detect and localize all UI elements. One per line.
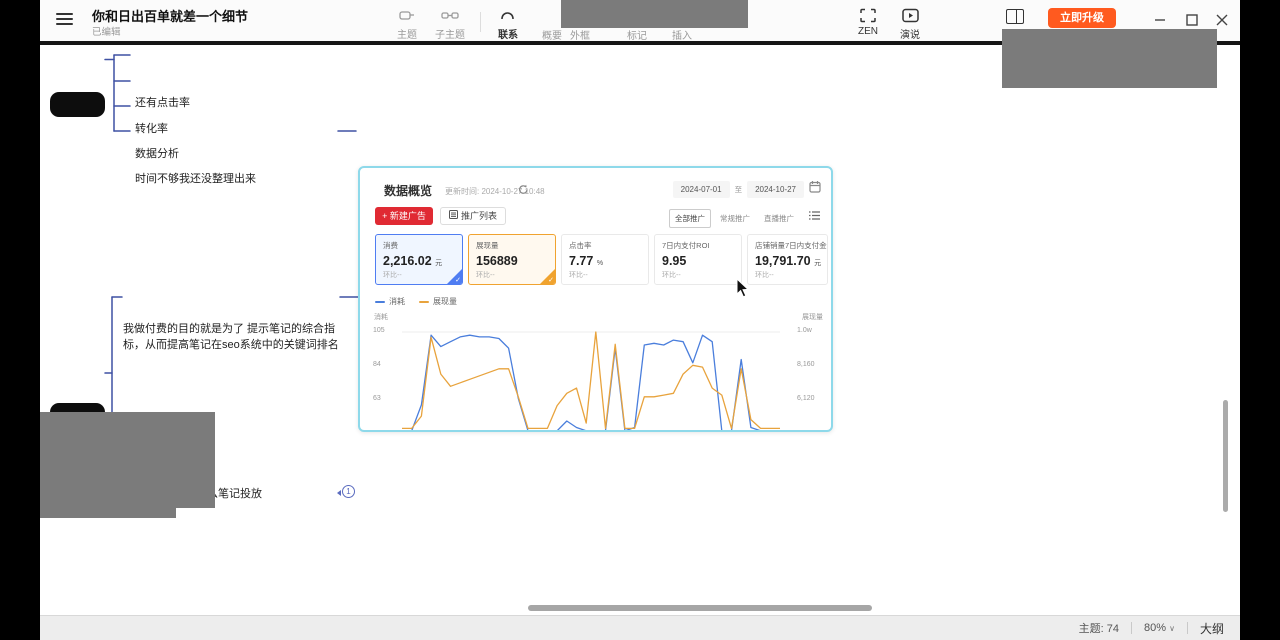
document-title: 你和日出百单就差一个细节 — [92, 6, 248, 25]
right-axis-tick: 8,160 — [797, 361, 823, 368]
dashboard-chart-svg — [396, 326, 786, 432]
toolbar-topic-button[interactable]: 主题 — [385, 6, 429, 41]
toolbar-insert-button[interactable]: 插入 — [662, 27, 702, 42]
relationship-marker-badge[interactable]: 1 — [342, 485, 355, 498]
zoom-control[interactable]: 80% ∨ — [1144, 622, 1175, 634]
toolbar-present-button[interactable]: 演说 — [888, 6, 932, 41]
toolbar-marker-button[interactable]: 标记 — [617, 27, 657, 42]
stat-card-impressions[interactable]: 展现量 156889 环比-- ✓ — [468, 234, 556, 285]
topic-icon — [385, 6, 429, 24]
list-icon — [449, 208, 458, 224]
stat-cards-row: 消费 2,216.02 元 环比-- ✓ 展现量 156889 环比-- ✓ — [375, 234, 828, 285]
legend-cost[interactable]: 消耗 — [375, 296, 405, 307]
present-icon — [888, 6, 932, 24]
mindmap-node-redacted-top[interactable] — [50, 92, 105, 117]
legend-impressions-mark — [419, 301, 429, 303]
promo-type-tabs: 全部推广 常规推广 直播推广 — [669, 209, 799, 228]
screen: 你和日出百单就差一个细节 已编辑 主题 子主题 联系 — [0, 0, 1280, 640]
window-close-button[interactable] — [1211, 9, 1233, 31]
redaction-box-bottomleft — [40, 412, 215, 508]
subtopic-icon — [428, 6, 472, 24]
outline-button[interactable]: 大纲 — [1200, 620, 1224, 637]
vertical-scrollbar[interactable] — [1223, 400, 1228, 512]
toolbar-subtopic-button[interactable]: 子主题 — [428, 6, 472, 41]
new-ad-button[interactable]: + 新建广告 — [375, 207, 433, 225]
right-axis-tick: 6,120 — [797, 395, 823, 402]
relationship-icon — [486, 6, 530, 24]
left-axis-label: 消耗 — [374, 312, 388, 322]
calendar-icon[interactable] — [809, 180, 821, 198]
dashboard-title: 数据概览 — [384, 182, 432, 199]
left-axis-tick: 84 — [373, 361, 393, 368]
redaction-box-topright — [1002, 29, 1217, 88]
tab-live-promo[interactable]: 直播推广 — [759, 210, 799, 227]
redaction-box-toolbar — [561, 0, 748, 28]
left-axis-tick: 105 — [373, 327, 393, 334]
mindmap-topic-analysis[interactable]: 数据分析 — [135, 145, 179, 161]
tab-all-promo[interactable]: 全部推广 — [669, 209, 711, 228]
stat-card-cost[interactable]: 消费 2,216.02 元 环比-- ✓ — [375, 234, 463, 285]
date-separator: 至 — [735, 184, 743, 195]
stat-card-ctr[interactable]: 点击率 7.77 % 环比-- — [561, 234, 649, 285]
redaction-box-bottomleft-step — [40, 508, 176, 518]
window-minimize-button[interactable] — [1149, 9, 1171, 31]
window-maximize-button[interactable] — [1181, 9, 1203, 31]
dashboard-image[interactable]: 数据概览 更新时间: 2024-10-27 10:48 2024-07-01 至… — [358, 166, 833, 432]
horizontal-scrollbar[interactable] — [528, 605, 872, 611]
metric-config-icon[interactable] — [808, 209, 821, 227]
chevron-down-icon: ∨ — [1169, 624, 1175, 633]
document-status: 已编辑 — [92, 24, 121, 38]
mindmap-topic-clickrate[interactable]: 还有点击率 — [135, 94, 190, 110]
toolbar-zen-button[interactable]: ZEN — [846, 6, 890, 37]
upgrade-button[interactable]: 立即升级 — [1048, 8, 1116, 28]
date-range-picker[interactable]: 2024-07-01 至 2024-10-27 — [673, 180, 821, 198]
mindmap-topic-notime[interactable]: 时间不够我还没整理出来 — [135, 170, 256, 186]
toolbar-boundary-button[interactable]: 外框 — [560, 27, 600, 42]
left-axis-tick: 63 — [373, 395, 393, 402]
dashboard-updated-time: 更新时间: 2024-10-27 10:48 — [445, 186, 545, 197]
mindmap-topic-conversion[interactable]: 转化率 — [135, 120, 168, 136]
tab-regular-promo[interactable]: 常规推广 — [715, 210, 755, 227]
topic-count: 主题: 74 — [1079, 620, 1119, 636]
status-bar: 主题: 74 80% ∨ 大纲 — [40, 615, 1240, 640]
date-to-field[interactable]: 2024-10-27 — [747, 181, 804, 198]
zen-mode-icon — [846, 6, 890, 24]
toolbar-divider — [480, 12, 481, 32]
date-from-field[interactable]: 2024-07-01 — [673, 181, 730, 198]
promo-list-button[interactable]: 推广列表 — [440, 207, 506, 225]
right-axis-tick: 1.0w — [797, 327, 823, 334]
legend-cost-mark — [375, 301, 385, 303]
toolbar-relationship-button[interactable]: 联系 — [486, 6, 530, 41]
mindmap-canvas[interactable]: 还有点击率 转化率 数据分析 时间不够我还没整理出来 如果呼声很高，下次有机会我… — [40, 45, 1240, 615]
legend-impressions[interactable]: 展现量 — [419, 296, 457, 307]
chart-legend: 消耗 展现量 — [375, 296, 457, 307]
mindmap-topic-purpose[interactable]: 我做付费的目的就是为了 提示笔记的综合指标，从而提高笔记在seo系统中的关键词排… — [123, 321, 347, 353]
stat-card-gmv[interactable]: 店铺销量7日内支付金额 19,791.70 元 环比-- — [747, 234, 828, 285]
refresh-icon[interactable] — [518, 182, 529, 200]
app-window: 你和日出百单就差一个细节 已编辑 主题 子主题 联系 — [40, 0, 1240, 640]
stat-card-roi[interactable]: 7日内支付ROI 9.95 环比-- — [654, 234, 742, 285]
side-panel-toggle-icon[interactable] — [1006, 9, 1024, 24]
right-axis-label: 展现量 — [802, 312, 823, 322]
hamburger-menu-icon[interactable] — [56, 13, 73, 27]
